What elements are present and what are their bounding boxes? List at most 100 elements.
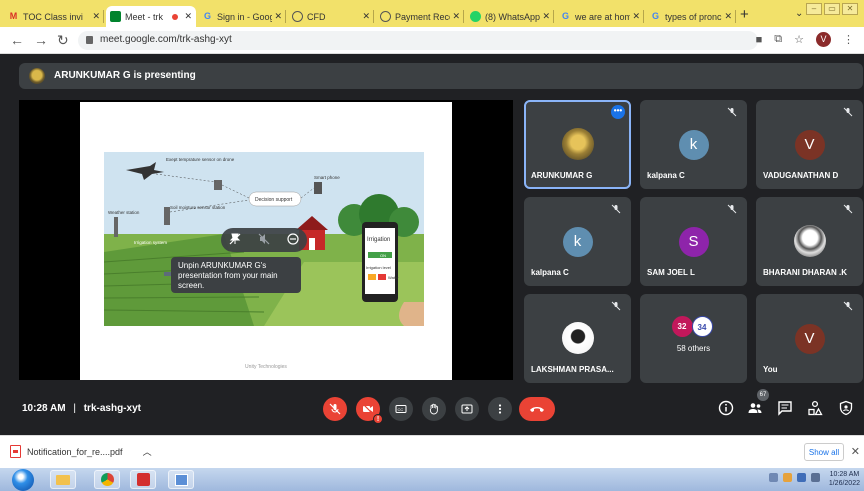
paint-icon[interactable]	[168, 470, 194, 489]
mute-speaker-icon[interactable]	[258, 233, 270, 248]
recording-dot-icon	[172, 13, 179, 20]
tab-meet[interactable]: Meet - trk ✕	[106, 6, 196, 27]
more-vert-icon	[498, 404, 502, 414]
chevron-down-icon[interactable]: ⌄	[795, 8, 803, 19]
tab-toc-class[interactable]: M TOC Class invi ✕	[4, 6, 104, 27]
back-arrow-icon[interactable]: ←	[10, 32, 24, 48]
url-text: meet.google.com/trk-ashg-xyt	[100, 34, 232, 45]
taskbar: 10:28 AM 1/26/2022	[0, 468, 864, 491]
tray-volume-icon[interactable]	[811, 473, 820, 482]
raise-hand-button[interactable]	[422, 397, 446, 421]
globe-icon	[380, 11, 391, 22]
participant-tile-sam-joel[interactable]: S SAM JOEL L	[640, 197, 747, 286]
phone-hangup-icon	[530, 407, 544, 412]
close-icon[interactable]: ✕	[362, 11, 370, 22]
taskbar-clock[interactable]: 10:28 AM 1/26/2022	[829, 470, 860, 488]
google-icon: G	[651, 11, 659, 21]
participant-tile-kalpana[interactable]: k kalpana C	[640, 100, 747, 189]
tab-label: (8) WhatsApp	[485, 11, 541, 22]
meeting-time: 10:28 AM	[22, 403, 66, 414]
tab-types-of-pronouns[interactable]: G types of pronc ✕	[646, 6, 736, 27]
menu-dots-icon[interactable]: ⋮	[843, 33, 854, 46]
star-icon[interactable]: ☆	[794, 33, 804, 46]
chat-icon[interactable]	[777, 400, 793, 416]
globe-icon	[292, 11, 303, 22]
avatar: k	[562, 227, 593, 257]
camera-icon[interactable]: ■	[756, 34, 763, 46]
whatsapp-icon	[470, 11, 481, 22]
tray-arrow-icon[interactable]	[769, 473, 778, 482]
download-item[interactable]: Notification_for_re....pdf ︿	[10, 445, 152, 458]
new-tab-icon[interactable]: +	[740, 6, 749, 23]
participant-name: VADUGANATHAN D	[763, 171, 839, 180]
omnibox[interactable]: meet.google.com/trk-ashg-xyt	[78, 31, 758, 50]
people-icon[interactable]	[747, 400, 763, 416]
camera-off-icon	[362, 403, 374, 415]
tab-cfd[interactable]: CFD ✕	[288, 6, 374, 27]
participant-name: LAKSHMAN PRASA...	[531, 365, 614, 374]
participant-tile-kalpana-2[interactable]: k kalpana C	[524, 197, 631, 286]
share-icon[interactable]: ⧉	[774, 33, 782, 46]
close-icon[interactable]: ✕	[92, 11, 100, 22]
participant-tile-lakshman[interactable]: LAKSHMAN PRASA...	[524, 294, 631, 383]
close-icon[interactable]: ✕	[452, 11, 460, 22]
minimize-icon[interactable]: –	[806, 3, 822, 15]
others-count: 58 others	[676, 344, 711, 353]
forward-arrow-icon[interactable]: →	[34, 32, 48, 48]
info-icon[interactable]	[718, 400, 734, 416]
participant-tile-you[interactable]: V You	[756, 294, 863, 383]
captions-button[interactable]: CC	[389, 397, 413, 421]
start-button[interactable]	[12, 469, 34, 491]
tray-app-icon[interactable]	[783, 473, 792, 482]
window-close-icon[interactable]: ✕	[842, 3, 858, 15]
host-controls-icon[interactable]	[838, 400, 854, 416]
participant-tile-vaduganathan[interactable]: V VADUGANATHAN D	[756, 100, 863, 189]
profile-avatar[interactable]: V	[816, 32, 831, 47]
clock-time: 10:28 AM	[829, 471, 860, 478]
participant-tile-others[interactable]: 32 34 58 others	[640, 294, 747, 383]
reload-icon[interactable]: ↻	[57, 32, 69, 49]
warning-icon: !	[373, 414, 383, 424]
close-icon[interactable]: ✕	[274, 11, 282, 22]
participant-tile-arunkumar[interactable]: ••• ARUNKUMAR G	[524, 100, 631, 189]
close-icon[interactable]: ✕	[632, 11, 640, 22]
close-icon[interactable]: ✕	[724, 11, 732, 22]
close-icon[interactable]: ✕	[542, 11, 550, 22]
mic-off-icon	[843, 107, 853, 117]
tab-whatsapp[interactable]: (8) WhatsApp ✕	[466, 6, 554, 27]
close-icon[interactable]: ✕	[851, 445, 860, 458]
leave-call-button[interactable]	[519, 397, 555, 421]
mic-off-icon	[727, 107, 737, 117]
label-irrigation-system: Irrigation system	[134, 240, 167, 245]
more-options-button[interactable]	[488, 397, 512, 421]
slide-footer: Unity Technologies	[245, 364, 287, 370]
participant-tile-bharani[interactable]: BHARANI DHARAN .K	[756, 197, 863, 286]
activities-icon[interactable]	[807, 400, 823, 416]
maximize-icon[interactable]: ▭	[824, 3, 840, 15]
participant-name: ARUNKUMAR G	[531, 171, 593, 180]
gmail-icon: M	[9, 11, 18, 21]
label-smart-phone: Smart phone	[314, 175, 340, 180]
camera-toggle-button[interactable]: !	[356, 397, 383, 424]
mic-off-icon	[611, 301, 621, 311]
google-icon: G	[561, 11, 569, 21]
chevron-up-icon[interactable]: ︿	[143, 445, 152, 458]
avatar: V	[794, 130, 825, 160]
close-icon[interactable]: ✕	[184, 11, 192, 22]
more-options-icon[interactable]: •••	[611, 105, 625, 119]
tab-sign-in[interactable]: G Sign in - Goog ✕	[198, 6, 286, 27]
tab-we-are-at-home[interactable]: G we are at hom ✕	[556, 6, 644, 27]
unpin-icon[interactable]	[229, 233, 241, 248]
present-button[interactable]	[455, 397, 479, 421]
chrome-icon[interactable]	[94, 470, 120, 489]
file-explorer-icon[interactable]	[50, 470, 76, 489]
participant-name: BHARANI DHARAN .K	[763, 268, 847, 277]
mic-toggle-button[interactable]	[323, 397, 347, 421]
tray-network-icon[interactable]	[797, 473, 806, 482]
meeting-code: trk-ashg-xyt	[83, 403, 141, 414]
show-all-button[interactable]: Show all	[804, 443, 844, 461]
remove-icon[interactable]	[287, 232, 299, 248]
mic-off-icon	[843, 301, 853, 311]
acrobat-icon[interactable]	[130, 470, 156, 489]
tab-payment[interactable]: Payment Rece ✕	[376, 6, 464, 27]
